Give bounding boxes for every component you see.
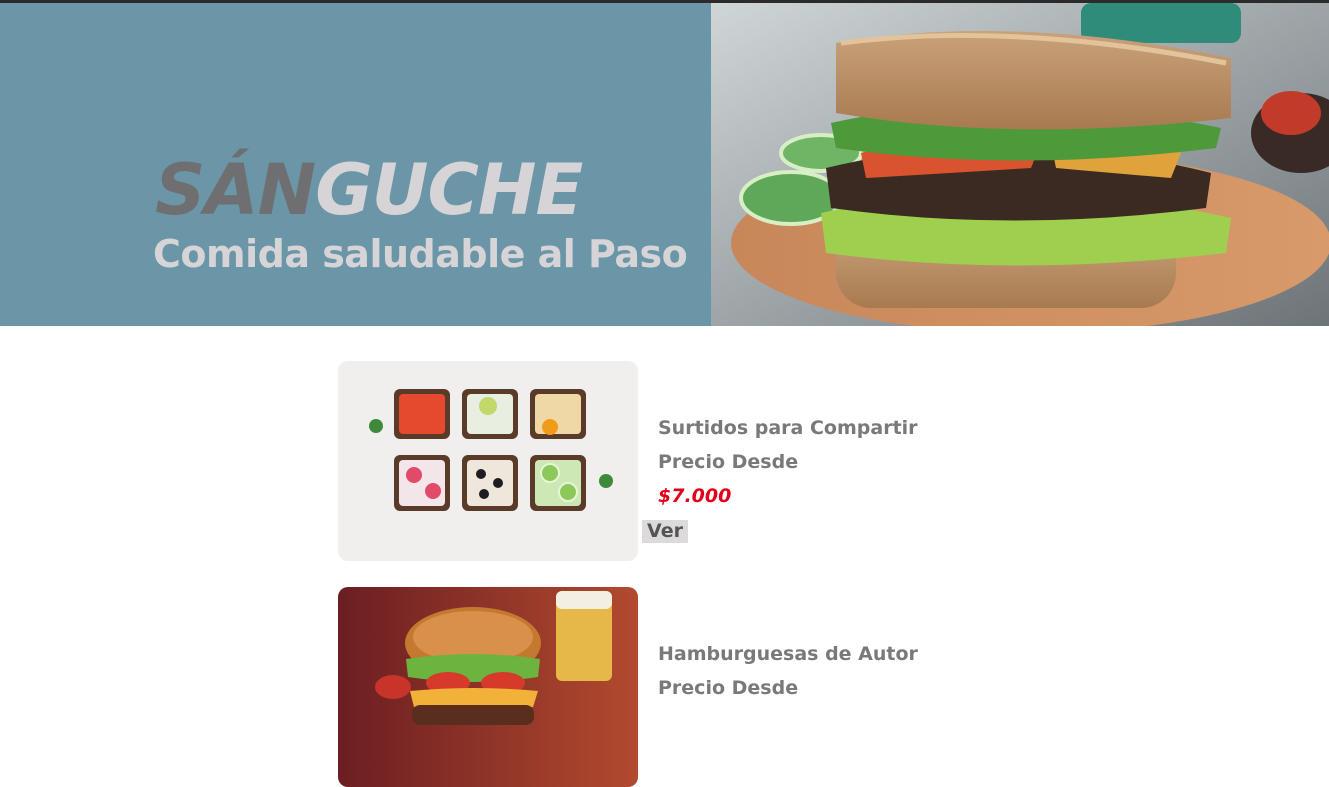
product-price: $7.000 xyxy=(658,485,732,507)
product-price-label: Precio Desde xyxy=(658,677,799,699)
brand-logo-part-1: SÁN xyxy=(155,149,316,231)
burger-photo-icon xyxy=(338,587,638,787)
product-title: Surtidos para Compartir xyxy=(658,417,918,439)
product-image xyxy=(338,587,638,787)
brand-tagline: Comida saludable al Paso xyxy=(153,232,688,276)
product-price-label: Precio Desde xyxy=(658,451,799,473)
product-title: Hamburguesas de Autor xyxy=(658,643,918,665)
toast-assortment-photo-icon xyxy=(338,361,638,561)
hero-banner: SÁNGUCHE Comida saludable al Paso xyxy=(0,3,1329,326)
brand-logo: SÁNGUCHE xyxy=(155,155,583,225)
brand-logo-part-2: GUCHE xyxy=(315,149,583,231)
product-image xyxy=(338,361,638,561)
sandwich-photo-icon xyxy=(711,3,1329,326)
hero-brand-panel: SÁNGUCHE Comida saludable al Paso xyxy=(0,3,711,326)
hero-sandwich-photo xyxy=(711,3,1329,326)
view-product-button[interactable]: Ver xyxy=(642,520,688,543)
